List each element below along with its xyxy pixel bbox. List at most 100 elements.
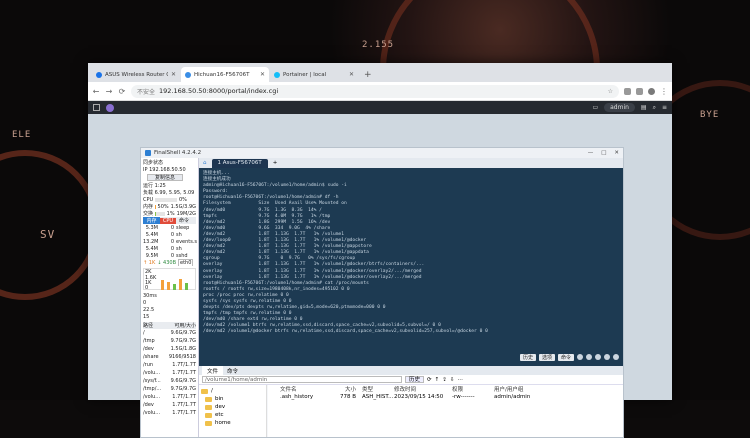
process-row[interactable]: 5.3M0sleep [143, 224, 196, 231]
app-icon[interactable] [106, 104, 114, 112]
folder-icon[interactable]: ⌂ [203, 160, 207, 166]
proc-header-cmd[interactable]: 命令 [176, 217, 192, 224]
col-type[interactable]: 类型 [356, 385, 394, 393]
disk-row[interactable]: /sys/f...9.6G/9.7G [143, 377, 196, 385]
close-icon[interactable]: ✕ [349, 71, 354, 78]
url-text[interactable]: 192.168.50.50:8000/portal/index.cgi [159, 87, 278, 95]
forward-icon[interactable]: → [105, 87, 113, 96]
maximize-button[interactable]: □ [601, 150, 606, 156]
menu-icon[interactable]: ⋮ [660, 87, 668, 96]
tree-item[interactable]: etc [199, 411, 266, 419]
process-cell: events.s [176, 239, 192, 245]
window-titlebar[interactable]: FinalShell 4.2.4.2 — □ ✕ [141, 148, 623, 158]
disk-row[interactable]: /share9166/9518 [143, 353, 196, 361]
extension-icon[interactable] [636, 88, 643, 95]
process-cell: 0 [160, 225, 176, 231]
widget-icon[interactable]: ▤ [641, 104, 647, 111]
tab-portainer[interactable]: Portainer | local ✕ [270, 67, 358, 82]
tree-item[interactable]: / [199, 387, 266, 395]
url-bar[interactable]: 不安全 192.168.50.50:8000/portal/index.cgi … [131, 85, 619, 98]
close-icon[interactable]: ✕ [260, 71, 265, 78]
search-icon[interactable] [595, 354, 601, 360]
bookmark-star-icon[interactable]: ☆ [608, 88, 613, 95]
col-owner[interactable]: 用户/用户组 [494, 385, 544, 393]
col-permission[interactable]: 权限 [452, 385, 494, 393]
disk-row[interactable]: /volu...1.7T/1.7T [143, 369, 196, 377]
search-icon[interactable]: ⌕ [653, 104, 656, 112]
disk-row[interactable]: /dev1.5G/1.8G [143, 345, 196, 353]
process-cell: sleep [176, 225, 192, 231]
refresh-icon[interactable]: ⟳ [427, 377, 432, 383]
process-row[interactable]: 5.4M0sh [143, 245, 196, 252]
disk-row[interactable]: /dev1.7T/1.7T [143, 401, 196, 409]
tab-finalshell-nas[interactable]: Hichuan16-F56706T ✕ [181, 67, 269, 82]
bottom-tabs: 文件 命令 [199, 366, 623, 375]
latency-value: 22.5 [143, 306, 196, 313]
path-history-button[interactable]: 历史 [405, 376, 424, 383]
close-icon[interactable]: ✕ [171, 71, 176, 78]
download-icon[interactable]: ⇩ [450, 377, 455, 383]
tree-item[interactable]: home [199, 419, 266, 427]
disk-size: 1.7T/1.7T [167, 362, 196, 368]
copy-info-button[interactable]: 复制信息 [147, 174, 183, 181]
terminal-output[interactable]: 连接主机...连接主机成功admin@Hichuan16-F56706T:/vo… [199, 168, 623, 366]
security-warning[interactable]: 不安全 [137, 87, 155, 96]
path-input[interactable]: /volume1/home/admin [202, 376, 402, 383]
minimize-button[interactable]: — [588, 150, 594, 156]
reload-icon[interactable]: ⟳ [118, 87, 126, 96]
close-button[interactable]: ✕ [614, 150, 619, 156]
disk-row[interactable]: /tmp/...9.7G/9.7G [143, 385, 196, 393]
uptime: 运行 1:25 [143, 182, 196, 189]
proc-header-cpu[interactable]: CPU [160, 218, 176, 224]
process-row[interactable]: 9.5M0sshd [143, 252, 196, 259]
disk-path: /volu... [143, 394, 167, 400]
user-menu[interactable]: admin [604, 103, 635, 112]
disk-row[interactable]: /9.6G/9.7G [143, 329, 196, 337]
file-permission: -rw------- [452, 394, 494, 400]
proc-header-mem[interactable]: 内存 [143, 217, 160, 224]
copy-icon[interactable] [577, 354, 583, 360]
net-bar [179, 279, 182, 290]
new-tab-button[interactable]: + [359, 70, 377, 82]
back-icon[interactable]: ← [92, 87, 100, 96]
cpu-usage: CPU 0% [143, 196, 196, 203]
tree-item[interactable]: bin [199, 395, 266, 403]
profile-icon[interactable] [648, 88, 655, 95]
tab-commands[interactable]: 命令 [227, 367, 238, 375]
process-row[interactable]: 5.4M0sh [143, 231, 196, 238]
add-session-icon[interactable]: + [273, 160, 278, 166]
notification-icon[interactable]: ▭ [592, 104, 598, 111]
extension-icon[interactable] [624, 88, 631, 95]
tab-asus-router[interactable]: ASUS Wireless Router GT-AX11000 ✕ [92, 67, 180, 82]
col-name[interactable]: 文件名 [268, 385, 328, 393]
lock-icon[interactable] [613, 354, 619, 360]
dsm-desktop: ▭ admin ▤ ⌕ ≡ FinalShell 4.2.4.2 — □ ✕ 同… [88, 101, 672, 400]
tab-label: Hichuan16-F56706T [194, 72, 257, 78]
disk-path: /run [143, 362, 167, 368]
net-interface-select[interactable]: eth0 [178, 259, 193, 266]
tree-item[interactable]: dev [199, 403, 266, 411]
process-cell: 5.4M [143, 246, 160, 252]
settings-icon[interactable] [586, 354, 592, 360]
process-cell: 0 [160, 232, 176, 238]
terminal-toolbar: 历史 选项 命令 [520, 354, 619, 361]
col-modified[interactable]: 修改时间 [394, 385, 452, 393]
col-size[interactable]: 大小 [328, 385, 356, 393]
command-button[interactable]: 命令 [558, 354, 574, 361]
disk-size: 1.7T/1.7T [167, 410, 196, 416]
history-button[interactable]: 历史 [520, 354, 536, 361]
tab-files[interactable]: 文件 [202, 366, 223, 375]
session-tab[interactable]: 1 Asus-F56706T [212, 159, 268, 168]
main-menu-icon[interactable] [93, 104, 100, 111]
process-row[interactable]: 13.2M0events.s [143, 238, 196, 245]
file-list: 文件名 大小 类型 修改时间 权限 用户/用户组 .ash_history778… [268, 385, 623, 437]
upload-icon[interactable]: ⇪ [442, 377, 447, 383]
options-button[interactable]: 选项 [539, 354, 555, 361]
disk-row[interactable]: /volu...1.7T/1.7T [143, 409, 196, 417]
disk-row[interactable]: /tmp9.7G/9.7G [143, 337, 196, 345]
up-folder-icon[interactable]: ↑ [435, 377, 440, 383]
disk-row[interactable]: /run1.7T/1.7T [143, 361, 196, 369]
fullscreen-icon[interactable] [604, 354, 610, 360]
more-icon[interactable]: ⋯ [457, 377, 463, 383]
options-icon[interactable]: ≡ [662, 104, 667, 111]
